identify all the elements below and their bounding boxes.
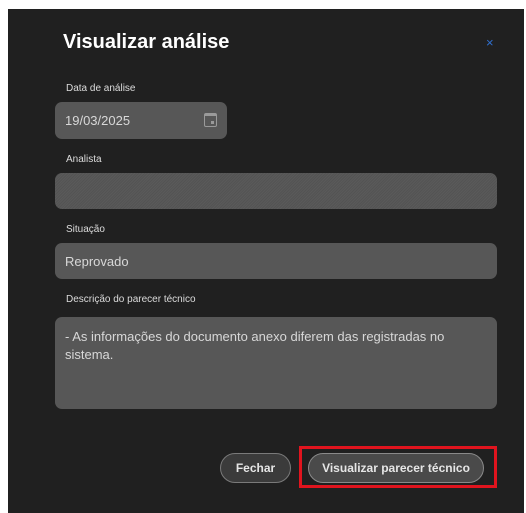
date-value: 19/03/2025 [65,113,131,128]
calendar-icon[interactable] [204,113,217,127]
highlight-box [299,446,497,488]
status-value: Reprovado [65,253,129,269]
description-textarea[interactable]: - As informações do documento anexo dife… [55,317,497,409]
date-label: Data de análise [66,83,136,94]
status-field[interactable]: Reprovado [55,243,497,279]
description-value: - As informações do documento anexo dife… [65,329,445,362]
close-button[interactable]: Fechar [220,453,291,483]
status-label: Situação [66,224,105,235]
dialog-title: Visualizar análise [63,31,230,53]
view-analysis-dialog: Visualizar análise × Data de análise 19/… [8,9,524,513]
close-icon[interactable]: × [486,36,494,50]
analyst-field[interactable] [55,173,497,209]
description-label: Descrição do parecer técnico [66,294,196,305]
date-field[interactable]: 19/03/2025 [55,102,227,139]
analyst-label: Analista [66,154,102,165]
